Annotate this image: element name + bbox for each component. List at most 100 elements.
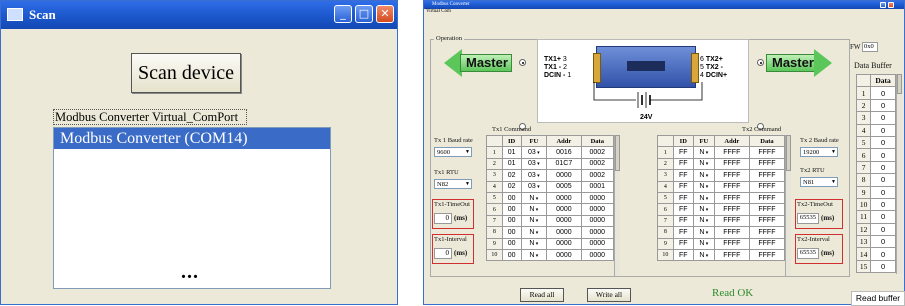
table-cell[interactable]: N ▾: [692, 180, 715, 193]
table-cell[interactable]: N ▾: [692, 157, 715, 171]
cell-dropdown-icon[interactable]: ▾: [704, 173, 709, 179]
cell-dropdown-icon[interactable]: ▾: [534, 253, 539, 259]
table-cell[interactable]: FFFF: [713, 191, 750, 205]
table-cell[interactable]: 0000: [546, 226, 582, 239]
cell-dropdown-icon[interactable]: ▾: [536, 150, 540, 156]
cell-dropdown-icon[interactable]: ▾: [704, 230, 709, 236]
close-icon[interactable]: [888, 2, 894, 8]
cell-dropdown-icon[interactable]: ▾: [534, 241, 539, 247]
table-cell[interactable]: FFFF: [748, 237, 786, 250]
table-cell[interactable]: 02: [501, 169, 522, 182]
table-cell[interactable]: 0000: [546, 237, 582, 250]
table-cell[interactable]: FFFF: [713, 203, 750, 216]
table-cell[interactable]: N ▾: [520, 203, 548, 216]
table-cell[interactable]: 0: [870, 98, 896, 113]
cell-dropdown-icon[interactable]: ▾: [534, 207, 539, 213]
cell-dropdown-icon[interactable]: ▾: [704, 218, 709, 224]
table-cell[interactable]: 0000: [580, 237, 615, 250]
table-cell[interactable]: FF: [672, 180, 694, 193]
table-cell[interactable]: N ▾: [520, 191, 548, 205]
minimize-icon[interactable]: [880, 2, 886, 8]
table-cell[interactable]: N ▾: [692, 191, 715, 205]
table-cell[interactable]: 0000: [580, 191, 615, 205]
tx1-interval-input[interactable]: 0: [434, 248, 452, 259]
table-cell[interactable]: FF: [672, 248, 694, 262]
table-cell[interactable]: FFFF: [713, 248, 750, 262]
table-cell[interactable]: 0: [870, 123, 896, 137]
table-cell[interactable]: 00: [501, 237, 522, 250]
data-buffer-table[interactable]: Data 1 0 2 0 3 0 4 0 5 0 6 0 7 0 8 0 9 0 10 0 11 0 12 0 13 0 14 0 15 0: [855, 73, 896, 274]
device-list-item[interactable]: Modbus Converter (COM14): [54, 128, 330, 149]
table-cell[interactable]: 0000: [546, 203, 582, 216]
table-cell[interactable]: 0: [870, 111, 896, 125]
table-cell[interactable]: FFFF: [748, 248, 786, 262]
maximize-icon[interactable]: □: [355, 5, 373, 23]
table-cell[interactable]: 0: [870, 173, 896, 187]
read-buffer-button[interactable]: Read buffer: [851, 291, 905, 306]
table-cell[interactable]: FFFF: [748, 226, 786, 239]
table-cell[interactable]: FFFF: [713, 226, 750, 239]
table-cell[interactable]: 0: [870, 247, 896, 261]
table-cell[interactable]: 0005: [546, 180, 582, 193]
tx2-timeout-input[interactable]: 65535: [797, 213, 819, 224]
table-cell[interactable]: 0: [870, 185, 896, 199]
table-cell[interactable]: 0002: [580, 169, 615, 182]
table-cell[interactable]: 0001: [580, 180, 615, 193]
table-cell[interactable]: 01C7: [546, 157, 582, 171]
table-cell[interactable]: N ▾: [520, 226, 548, 239]
cell-dropdown-icon[interactable]: ▾: [704, 150, 709, 156]
table-cell[interactable]: 02: [501, 180, 522, 193]
table-cell[interactable]: N ▾: [692, 203, 715, 216]
menu-virtual-com[interactable]: Virtual Com: [426, 9, 451, 14]
table-cell[interactable]: 0000: [580, 248, 615, 262]
table-cell[interactable]: 00: [501, 226, 522, 239]
cell-dropdown-icon[interactable]: ▾: [704, 207, 709, 213]
table-cell[interactable]: 0000: [546, 169, 582, 182]
table-cell[interactable]: FFFF: [713, 146, 750, 159]
cell-dropdown-icon[interactable]: ▾: [704, 253, 709, 259]
table-cell[interactable]: N ▾: [692, 226, 715, 239]
tx1-command-table[interactable]: ID FU Addr Data 1 01 03 ▾ 0016 0002 2 01 03 ▾ 01C7 00…: [486, 134, 615, 262]
table-cell[interactable]: 03 ▾: [520, 180, 548, 193]
cell-dropdown-icon[interactable]: ▾: [534, 218, 539, 224]
table-cell[interactable]: 00: [501, 203, 522, 216]
table-cell[interactable]: FF: [672, 169, 694, 182]
table-cell[interactable]: FF: [672, 203, 694, 216]
tx2-rtu-select[interactable]: N81: [800, 177, 838, 187]
table-cell[interactable]: N ▾: [692, 237, 715, 250]
tx2-command-table[interactable]: ID FU Addr Data 1 FF N ▾ FFFF FFFF 2 FF N ▾ FFFF FFFF…: [657, 134, 786, 262]
table-cell[interactable]: 01: [501, 146, 522, 159]
table-cell[interactable]: 0000: [580, 203, 615, 216]
cell-dropdown-icon[interactable]: ▾: [534, 230, 539, 236]
tx1-scrollbar[interactable]: [614, 135, 620, 276]
table-cell[interactable]: 00: [501, 191, 522, 205]
table-cell[interactable]: 0: [870, 86, 896, 100]
table-cell[interactable]: 0000: [580, 226, 615, 239]
tx2-interval-input[interactable]: 65535: [797, 248, 819, 259]
write-all-button[interactable]: Write all: [587, 288, 631, 302]
cell-dropdown-icon[interactable]: ▾: [704, 241, 709, 247]
minimize-icon[interactable]: _: [334, 5, 352, 23]
table-cell[interactable]: FF: [672, 214, 694, 228]
table-cell[interactable]: 0: [870, 222, 896, 237]
table-cell[interactable]: 0016: [546, 146, 582, 159]
tx2-baud-select[interactable]: 19200: [800, 147, 838, 157]
table-cell[interactable]: 0000: [580, 214, 615, 228]
table-cell[interactable]: 0: [870, 235, 896, 249]
cell-dropdown-icon[interactable]: ▾: [536, 184, 540, 190]
table-cell[interactable]: 03 ▾: [520, 169, 548, 182]
cell-dropdown-icon[interactable]: ▾: [704, 184, 709, 190]
table-cell[interactable]: FFFF: [748, 203, 786, 216]
table-cell[interactable]: FFFF: [748, 180, 786, 193]
table-cell[interactable]: 0: [870, 160, 896, 175]
table-cell[interactable]: 0: [870, 148, 896, 162]
table-cell[interactable]: FFFF: [748, 214, 786, 228]
table-cell[interactable]: 00: [501, 248, 522, 262]
cell-dropdown-icon[interactable]: ▾: [536, 173, 540, 179]
table-cell[interactable]: 03 ▾: [520, 146, 548, 159]
table-cell[interactable]: N ▾: [692, 169, 715, 182]
table-cell[interactable]: FF: [672, 157, 694, 171]
table-cell[interactable]: 0: [870, 197, 896, 212]
cell-dropdown-icon[interactable]: ▾: [536, 161, 540, 167]
table-cell[interactable]: FFFF: [713, 237, 750, 250]
